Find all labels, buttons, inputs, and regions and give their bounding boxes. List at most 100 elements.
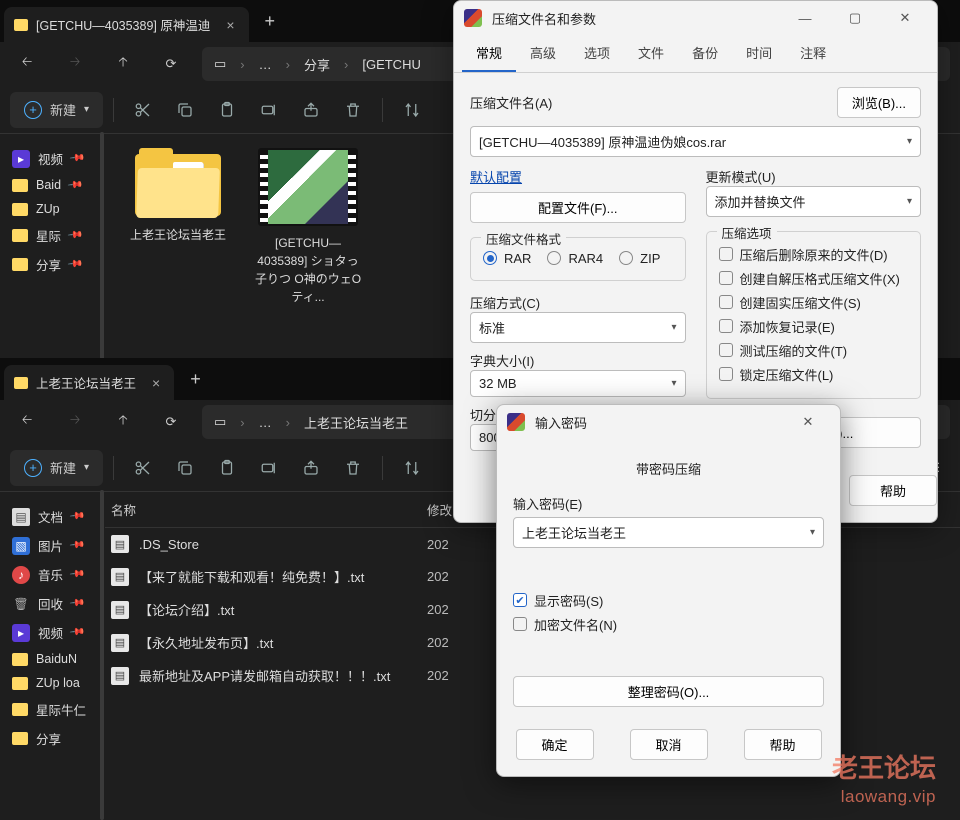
profile-link[interactable]: 默认配置 xyxy=(470,167,686,186)
rename-button[interactable] xyxy=(250,450,288,486)
sidebar-item[interactable]: BaiduN xyxy=(4,647,101,671)
share-button[interactable] xyxy=(292,450,330,486)
help-button[interactable]: 帮助 xyxy=(744,729,822,760)
sort-button[interactable] xyxy=(393,92,431,128)
sidebar-item[interactable]: ♪音乐📌 xyxy=(4,560,101,589)
window-tab[interactable]: [GETCHU—4035389] 原神温迪 × xyxy=(4,7,249,42)
format-rar[interactable]: RAR xyxy=(483,248,531,268)
share-button[interactable] xyxy=(292,92,330,128)
sidebar-item[interactable]: ZUp xyxy=(4,197,101,221)
folder-icon xyxy=(12,203,28,216)
sidebar-item[interactable]: ▤文档📌 xyxy=(4,502,101,531)
scissors-icon xyxy=(134,459,152,477)
up-button[interactable]: 🡡 xyxy=(106,47,140,81)
archive-name-input[interactable]: [GETCHU—4035389] 原神温迪伪娘cos.rar ▾ xyxy=(470,126,921,157)
opt-test[interactable]: 测试压缩的文件(T) xyxy=(719,338,909,362)
cut-button[interactable] xyxy=(124,450,162,486)
update-select[interactable]: 添加并替换文件▾ xyxy=(706,186,922,217)
opt-solid[interactable]: 创建固实压缩文件(S) xyxy=(719,290,909,314)
breadcrumb-seg[interactable]: 分享 xyxy=(304,55,330,74)
dialog-title: 压缩文件名和参数 xyxy=(492,9,596,28)
encrypt-names-checkbox[interactable]: 加密文件名(N) xyxy=(513,612,824,636)
opt-sfx[interactable]: 创建自解压格式压缩文件(X) xyxy=(719,266,909,290)
minimize-button[interactable]: — xyxy=(783,7,827,29)
sidebar-item[interactable]: 分享 xyxy=(4,724,101,753)
breadcrumb-seg[interactable]: 上老王论坛当老王 xyxy=(304,413,408,432)
breadcrumb-seg[interactable]: … xyxy=(259,57,272,72)
up-button[interactable]: 🡡 xyxy=(106,405,140,439)
password-input[interactable]: 上老王论坛当老王 ▾ xyxy=(513,517,824,548)
opt-lock[interactable]: 锁定压缩文件(L) xyxy=(719,362,909,386)
maximize-button[interactable]: ▢ xyxy=(833,7,877,29)
close-tab-icon[interactable]: × xyxy=(152,375,160,391)
profile-button[interactable]: 配置文件(F)... xyxy=(470,192,686,223)
opt-delete-after[interactable]: 压缩后删除原来的文件(D) xyxy=(719,242,909,266)
chevron-right-icon: › xyxy=(240,415,244,430)
sidebar-scrollbar[interactable] xyxy=(100,490,104,820)
close-tab-icon[interactable]: × xyxy=(226,17,234,33)
browse-button[interactable]: 浏览(B)... xyxy=(837,87,921,118)
sidebar-item[interactable]: 星际📌 xyxy=(4,221,101,250)
opt-recovery[interactable]: 添加恢复记录(E) xyxy=(719,314,909,338)
delete-button[interactable] xyxy=(334,92,372,128)
close-button[interactable]: ✕ xyxy=(883,7,927,29)
tab-general[interactable]: 常规 xyxy=(462,35,516,72)
refresh-button[interactable]: ⟳ xyxy=(154,405,188,439)
dict-select[interactable]: 32 MB▾ xyxy=(470,370,686,397)
format-zip[interactable]: ZIP xyxy=(619,248,660,268)
rename-button[interactable] xyxy=(250,92,288,128)
cut-button[interactable] xyxy=(124,92,162,128)
tab-backup[interactable]: 备份 xyxy=(678,35,732,72)
ok-button[interactable]: 确定 xyxy=(516,729,594,760)
video-item[interactable]: [GETCHU—4035389] ショタっ子りつ O神のウェOティ... xyxy=(253,148,363,306)
sidebar-item[interactable]: ▸视频📌 xyxy=(4,144,101,173)
delete-button[interactable] xyxy=(334,450,372,486)
sidebar-scrollbar[interactable] xyxy=(100,132,104,360)
method-select[interactable]: 标准▾ xyxy=(470,312,686,343)
close-button[interactable]: ✕ xyxy=(786,411,830,433)
back-button[interactable]: 🡠 xyxy=(10,405,44,439)
tab-files[interactable]: 文件 xyxy=(624,35,678,72)
sort-button[interactable] xyxy=(393,450,431,486)
sidebar-item[interactable]: 分享📌 xyxy=(4,250,101,279)
dialog-titlebar[interactable]: 输入密码 ✕ xyxy=(497,405,840,439)
new-tab-button[interactable]: + xyxy=(174,369,217,400)
refresh-button[interactable]: ⟳ xyxy=(154,47,188,81)
tab-comment[interactable]: 注释 xyxy=(786,35,840,72)
new-tab-button[interactable]: + xyxy=(249,11,292,42)
col-name[interactable]: 名称 xyxy=(111,500,427,519)
radio-label: RAR xyxy=(504,251,531,266)
new-label: 新建 xyxy=(50,458,76,477)
window-tab[interactable]: 上老王论坛当老王 × xyxy=(4,365,174,400)
organize-passwords-button[interactable]: 整理密码(O)... xyxy=(513,676,824,707)
sidebar-item[interactable]: 🗑回收📌 xyxy=(4,589,101,618)
tab-advanced[interactable]: 高级 xyxy=(516,35,570,72)
copy-button[interactable] xyxy=(166,450,204,486)
forward-button[interactable]: 🡢 xyxy=(58,47,92,81)
new-button[interactable]: + 新建 ▾ xyxy=(10,92,103,128)
sidebar-item[interactable]: ▧图片📌 xyxy=(4,531,101,560)
sidebar-label: 回收 xyxy=(38,594,63,613)
folder-item[interactable]: 上老王论坛当老王 xyxy=(123,148,233,244)
tab-time[interactable]: 时间 xyxy=(732,35,786,72)
copy-button[interactable] xyxy=(166,92,204,128)
pictures-icon: ▧ xyxy=(12,537,30,555)
paste-button[interactable] xyxy=(208,92,246,128)
help-button[interactable]: 帮助 xyxy=(849,475,937,506)
breadcrumb-seg[interactable]: … xyxy=(259,415,272,430)
sidebar-item[interactable]: ▸视频📌 xyxy=(4,618,101,647)
tab-options[interactable]: 选项 xyxy=(570,35,624,72)
back-button[interactable]: 🡠 xyxy=(10,47,44,81)
format-rar4[interactable]: RAR4 xyxy=(547,248,603,268)
breadcrumb-seg[interactable]: [GETCHU xyxy=(362,57,421,72)
new-button[interactable]: + 新建 ▾ xyxy=(10,450,103,486)
sidebar-item[interactable]: 星际牛仁 xyxy=(4,695,101,724)
show-password-checkbox[interactable]: ✔显示密码(S) xyxy=(513,588,824,612)
tab-title: 上老王论坛当老王 xyxy=(36,373,136,392)
paste-button[interactable] xyxy=(208,450,246,486)
sidebar-item[interactable]: ZUp loa xyxy=(4,671,101,695)
dialog-titlebar[interactable]: 压缩文件名和参数 — ▢ ✕ xyxy=(454,1,937,35)
cancel-button[interactable]: 取消 xyxy=(630,729,708,760)
sidebar-item[interactable]: Baid📌 xyxy=(4,173,101,197)
forward-button[interactable]: 🡢 xyxy=(58,405,92,439)
